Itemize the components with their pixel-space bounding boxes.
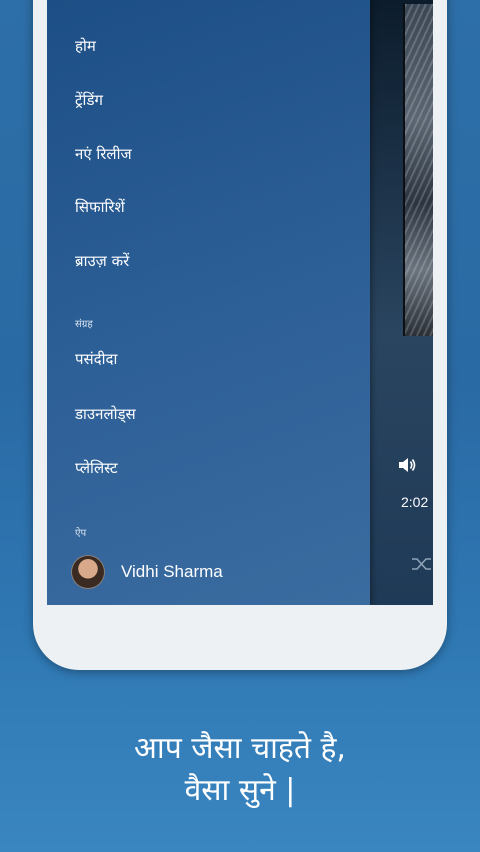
user-profile[interactable]: Vidhi Sharma <box>71 555 223 589</box>
tagline-line-2: वैसा सुने | <box>184 773 296 808</box>
drawer-item-browse[interactable]: ब्राउज़ करें <box>75 251 129 271</box>
drawer-item-recommendations[interactable]: सिफारिशें <box>75 197 125 217</box>
shuffle-icon[interactable] <box>411 556 433 572</box>
drawer-item-playlist[interactable]: प्लेलिस्ट <box>75 458 118 478</box>
drawer-item-trending[interactable]: ट्रेंडिंग <box>75 90 103 110</box>
drawer-item-downloads[interactable]: डाउनलोड्स <box>75 404 136 424</box>
drawer-item-new-releases[interactable]: नएं रिलीज <box>75 144 132 164</box>
navigation-drawer: होम ट्रेंडिंग नएं रिलीज सिफारिशें ब्राउज… <box>47 0 370 605</box>
section-label-collection: संग्रह <box>75 319 93 330</box>
drawer-item-home[interactable]: होम <box>75 36 96 56</box>
volume-icon[interactable] <box>397 456 417 474</box>
album-art <box>403 4 433 336</box>
user-name: Vidhi Sharma <box>121 562 223 581</box>
app-screen: होम ट्रेंडिंग नएं रिलीज सिफारिशें ब्राउज… <box>47 0 433 605</box>
drawer-item-favorites[interactable]: पसंदीदा <box>75 349 117 369</box>
avatar <box>71 555 105 589</box>
now-playing-panel <box>370 0 433 605</box>
playback-time: 2:02 <box>401 494 429 510</box>
tagline-line-1: आप जैसा चाहते है, <box>134 731 346 766</box>
section-label-app: ऐप <box>75 528 87 539</box>
